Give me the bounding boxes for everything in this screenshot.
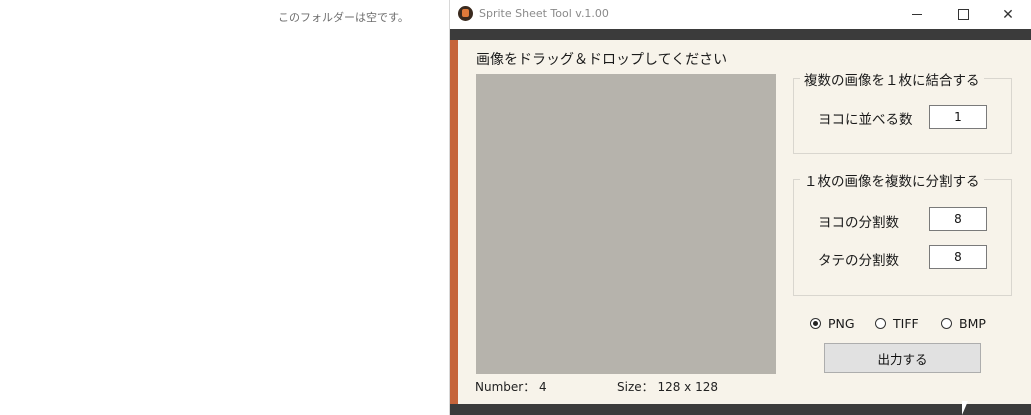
- radio-unselected-icon: [941, 318, 952, 329]
- combine-horizontal-count-input[interactable]: 1: [929, 105, 987, 129]
- drop-instruction: 画像をドラッグ＆ドロップしてください: [476, 52, 728, 68]
- radio-unselected-icon: [875, 318, 886, 329]
- title-bar[interactable]: Sprite Sheet Tool v.1.00 ✕: [450, 0, 1031, 29]
- image-count-text: Number： 4: [475, 380, 547, 394]
- mouse-cursor-icon: [962, 401, 968, 415]
- split-group: １枚の画像を複数に分割する ヨコの分割数 8 タテの分割数 8: [793, 170, 1012, 296]
- split-horizontal-label: ヨコの分割数: [818, 215, 899, 231]
- format-option-label: PNG: [828, 316, 855, 331]
- format-option-label: BMP: [959, 316, 986, 331]
- combine-group: 複数の画像を１枚に結合する ヨコに並べる数 1: [793, 69, 1012, 154]
- image-drop-area[interactable]: [476, 74, 776, 374]
- minimize-icon: [912, 14, 922, 15]
- empty-folder-message: このフォルダーは空です。: [278, 11, 409, 24]
- format-radio-png[interactable]: PNG: [810, 316, 855, 331]
- radio-selected-icon: [810, 318, 821, 329]
- close-icon: ✕: [1002, 6, 1014, 23]
- left-accent-bar: [450, 40, 458, 404]
- top-band: [450, 29, 1031, 40]
- format-radio-bmp[interactable]: BMP: [941, 316, 986, 331]
- image-size-text: Size： 128 x 128: [617, 380, 718, 394]
- close-button[interactable]: ✕: [985, 0, 1031, 29]
- window-title: Sprite Sheet Tool v.1.00: [479, 7, 609, 20]
- minimize-button[interactable]: [894, 0, 940, 29]
- maximize-button[interactable]: [940, 0, 986, 29]
- combine-horizontal-label: ヨコに並べる数: [818, 112, 913, 128]
- combine-group-title: 複数の画像を１枚に結合する: [800, 69, 984, 89]
- split-vertical-count-input[interactable]: 8: [929, 245, 987, 269]
- export-button[interactable]: 出力する: [824, 343, 981, 373]
- app-window: Sprite Sheet Tool v.1.00 ✕ 画像をドラッグ＆ドロップし…: [450, 0, 1031, 415]
- maximize-icon: [957, 9, 969, 20]
- format-radio-tiff[interactable]: TIFF: [875, 316, 919, 331]
- file-explorer-pane: このフォルダーは空です。: [0, 0, 450, 415]
- split-horizontal-count-input[interactable]: 8: [929, 207, 987, 231]
- app-logo-icon: [458, 6, 473, 21]
- split-group-title: １枚の画像を複数に分割する: [800, 170, 984, 190]
- format-option-label: TIFF: [893, 316, 919, 331]
- bottom-band: [450, 404, 1031, 415]
- split-vertical-label: タテの分割数: [818, 253, 899, 269]
